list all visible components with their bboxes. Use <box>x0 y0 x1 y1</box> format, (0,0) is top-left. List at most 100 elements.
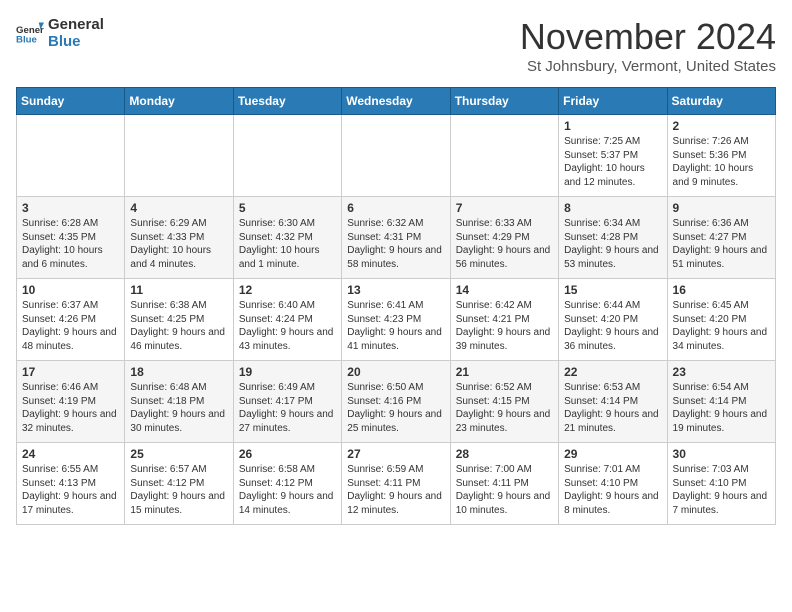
day-number: 25 <box>130 447 227 461</box>
day-info: Sunrise: 6:44 AM Sunset: 4:20 PM Dayligh… <box>564 299 661 353</box>
calendar-cell: 4 Sunrise: 6:29 AM Sunset: 4:33 PM Daylig… <box>125 197 233 279</box>
day-info: Sunrise: 6:41 AM Sunset: 4:23 PM Dayligh… <box>347 299 444 353</box>
calendar-cell: 6 Sunrise: 6:32 AM Sunset: 4:31 PM Daylig… <box>342 197 450 279</box>
day-info: Sunrise: 6:29 AM Sunset: 4:33 PM Dayligh… <box>130 217 227 271</box>
day-number: 8 <box>564 201 661 215</box>
calendar-cell: 30Sunrise: 7:03 AM Sunset: 4:10 PM Dayli… <box>667 443 775 525</box>
calendar-cell: 29 Sunrise: 7:01 AM Sunset: 4:10 PM Dayli… <box>559 443 667 525</box>
day-number: 4 <box>130 201 227 215</box>
day-info: Sunrise: 6:40 AM Sunset: 4:24 PM Dayligh… <box>239 299 336 353</box>
calendar-cell: 27Sunrise: 6:59 AM Sunset: 4:11 PM Dayli… <box>342 443 450 525</box>
header: General Blue General Blue November 2024 … <box>16 16 776 75</box>
calendar-cell: 28 Sunrise: 7:00 AM Sunset: 4:11 PM Dayli… <box>450 443 558 525</box>
day-number: 10 <box>22 283 119 297</box>
logo-icon: General Blue <box>16 19 44 47</box>
day-number: 23 <box>673 365 770 379</box>
day-info: Sunrise: 6:30 AM Sunset: 4:32 PM Dayligh… <box>239 217 336 271</box>
calendar-cell: 3Sunrise: 6:28 AM Sunset: 4:35 PM Daylig… <box>17 197 125 279</box>
calendar-cell: 19 Sunrise: 6:49 AM Sunset: 4:17 PM Dayli… <box>233 361 341 443</box>
day-info: Sunrise: 6:58 AM Sunset: 4:12 PM Dayligh… <box>239 463 336 517</box>
day-number: 30 <box>673 447 770 461</box>
day-info: Sunrise: 6:59 AM Sunset: 4:11 PM Dayligh… <box>347 463 444 517</box>
calendar-cell: 8 Sunrise: 6:34 AM Sunset: 4:28 PM Daylig… <box>559 197 667 279</box>
calendar-cell: 23 Sunrise: 6:54 AM Sunset: 4:14 PM Dayli… <box>667 361 775 443</box>
day-info: Sunrise: 6:37 AM Sunset: 4:26 PM Dayligh… <box>22 299 119 353</box>
day-number: 15 <box>564 283 661 297</box>
calendar-cell <box>450 115 558 197</box>
day-info: Sunrise: 6:33 AM Sunset: 4:29 PM Dayligh… <box>456 217 553 271</box>
calendar-cell: 7 Sunrise: 6:33 AM Sunset: 4:29 PM Daylig… <box>450 197 558 279</box>
day-number: 6 <box>347 201 444 215</box>
calendar-cell: 16 Sunrise: 6:45 AM Sunset: 4:20 PM Dayli… <box>667 279 775 361</box>
location: St Johnsbury, Vermont, United States <box>520 58 776 75</box>
calendar-cell: 5 Sunrise: 6:30 AM Sunset: 4:32 PM Daylig… <box>233 197 341 279</box>
day-info: Sunrise: 6:42 AM Sunset: 4:21 PM Dayligh… <box>456 299 553 353</box>
day-info: Sunrise: 7:26 AM Sunset: 5:36 PM Dayligh… <box>673 135 770 189</box>
title-block: November 2024 St Johnsbury, Vermont, Uni… <box>520 16 776 75</box>
day-number: 14 <box>456 283 553 297</box>
day-info: Sunrise: 6:34 AM Sunset: 4:28 PM Dayligh… <box>564 217 661 271</box>
weekday-header-sunday: Sunday <box>17 88 125 115</box>
day-number: 18 <box>130 365 227 379</box>
day-number: 22 <box>564 365 661 379</box>
weekday-header-tuesday: Tuesday <box>233 88 341 115</box>
weekday-header-saturday: Saturday <box>667 88 775 115</box>
logo-blue-text: Blue <box>48 33 104 50</box>
day-number: 26 <box>239 447 336 461</box>
day-info: Sunrise: 6:46 AM Sunset: 4:19 PM Dayligh… <box>22 381 119 435</box>
logo-general-text: General <box>48 16 104 33</box>
day-info: Sunrise: 6:50 AM Sunset: 4:16 PM Dayligh… <box>347 381 444 435</box>
day-number: 19 <box>239 365 336 379</box>
day-info: Sunrise: 6:32 AM Sunset: 4:31 PM Dayligh… <box>347 217 444 271</box>
day-number: 28 <box>456 447 553 461</box>
calendar-cell: 10 Sunrise: 6:37 AM Sunset: 4:26 PM Dayli… <box>17 279 125 361</box>
weekday-header-wednesday: Wednesday <box>342 88 450 115</box>
calendar-cell: 18 Sunrise: 6:48 AM Sunset: 4:18 PM Dayli… <box>125 361 233 443</box>
day-info: Sunrise: 7:25 AM Sunset: 5:37 PM Dayligh… <box>564 135 661 189</box>
day-info: Sunrise: 6:54 AM Sunset: 4:14 PM Dayligh… <box>673 381 770 435</box>
day-info: Sunrise: 7:01 AM Sunset: 4:10 PM Dayligh… <box>564 463 661 517</box>
calendar-table: SundayMondayTuesdayWednesdayThursdayFrid… <box>16 87 776 525</box>
calendar-cell: 22 Sunrise: 6:53 AM Sunset: 4:14 PM Dayli… <box>559 361 667 443</box>
day-number: 21 <box>456 365 553 379</box>
day-info: Sunrise: 6:36 AM Sunset: 4:27 PM Dayligh… <box>673 217 770 271</box>
weekday-header-monday: Monday <box>125 88 233 115</box>
day-info: Sunrise: 6:28 AM Sunset: 4:35 PM Dayligh… <box>22 217 119 271</box>
day-info: Sunrise: 6:57 AM Sunset: 4:12 PM Dayligh… <box>130 463 227 517</box>
calendar-cell <box>17 115 125 197</box>
calendar-cell: 25 Sunrise: 6:57 AM Sunset: 4:12 PM Dayli… <box>125 443 233 525</box>
day-number: 11 <box>130 283 227 297</box>
day-info: Sunrise: 6:53 AM Sunset: 4:14 PM Dayligh… <box>564 381 661 435</box>
day-number: 9 <box>673 201 770 215</box>
calendar-cell: 2 Sunrise: 7:26 AM Sunset: 5:36 PM Daylig… <box>667 115 775 197</box>
calendar-cell <box>342 115 450 197</box>
day-info: Sunrise: 6:45 AM Sunset: 4:20 PM Dayligh… <box>673 299 770 353</box>
svg-text:Blue: Blue <box>16 35 37 46</box>
weekday-header-thursday: Thursday <box>450 88 558 115</box>
day-number: 20 <box>347 365 444 379</box>
day-number: 2 <box>673 119 770 133</box>
calendar-cell: 21 Sunrise: 6:52 AM Sunset: 4:15 PM Dayli… <box>450 361 558 443</box>
day-info: Sunrise: 6:48 AM Sunset: 4:18 PM Dayligh… <box>130 381 227 435</box>
calendar-cell: 26 Sunrise: 6:58 AM Sunset: 4:12 PM Dayli… <box>233 443 341 525</box>
day-number: 24 <box>22 447 119 461</box>
calendar-cell: 1 Sunrise: 7:25 AM Sunset: 5:37 PM Daylig… <box>559 115 667 197</box>
calendar-cell: 9 Sunrise: 6:36 AM Sunset: 4:27 PM Daylig… <box>667 197 775 279</box>
day-number: 12 <box>239 283 336 297</box>
day-number: 16 <box>673 283 770 297</box>
calendar-cell: 24 Sunrise: 6:55 AM Sunset: 4:13 PM Dayli… <box>17 443 125 525</box>
calendar-cell: 14 Sunrise: 6:42 AM Sunset: 4:21 PM Dayli… <box>450 279 558 361</box>
day-info: Sunrise: 6:49 AM Sunset: 4:17 PM Dayligh… <box>239 381 336 435</box>
calendar-cell: 15 Sunrise: 6:44 AM Sunset: 4:20 PM Dayli… <box>559 279 667 361</box>
day-number: 17 <box>22 365 119 379</box>
day-info: Sunrise: 6:55 AM Sunset: 4:13 PM Dayligh… <box>22 463 119 517</box>
day-number: 29 <box>564 447 661 461</box>
calendar-cell: 13Sunrise: 6:41 AM Sunset: 4:23 PM Dayli… <box>342 279 450 361</box>
day-number: 7 <box>456 201 553 215</box>
logo: General Blue General Blue <box>16 16 104 51</box>
day-number: 1 <box>564 119 661 133</box>
day-info: Sunrise: 7:00 AM Sunset: 4:11 PM Dayligh… <box>456 463 553 517</box>
day-number: 5 <box>239 201 336 215</box>
month-title: November 2024 <box>520 16 776 58</box>
day-info: Sunrise: 6:52 AM Sunset: 4:15 PM Dayligh… <box>456 381 553 435</box>
